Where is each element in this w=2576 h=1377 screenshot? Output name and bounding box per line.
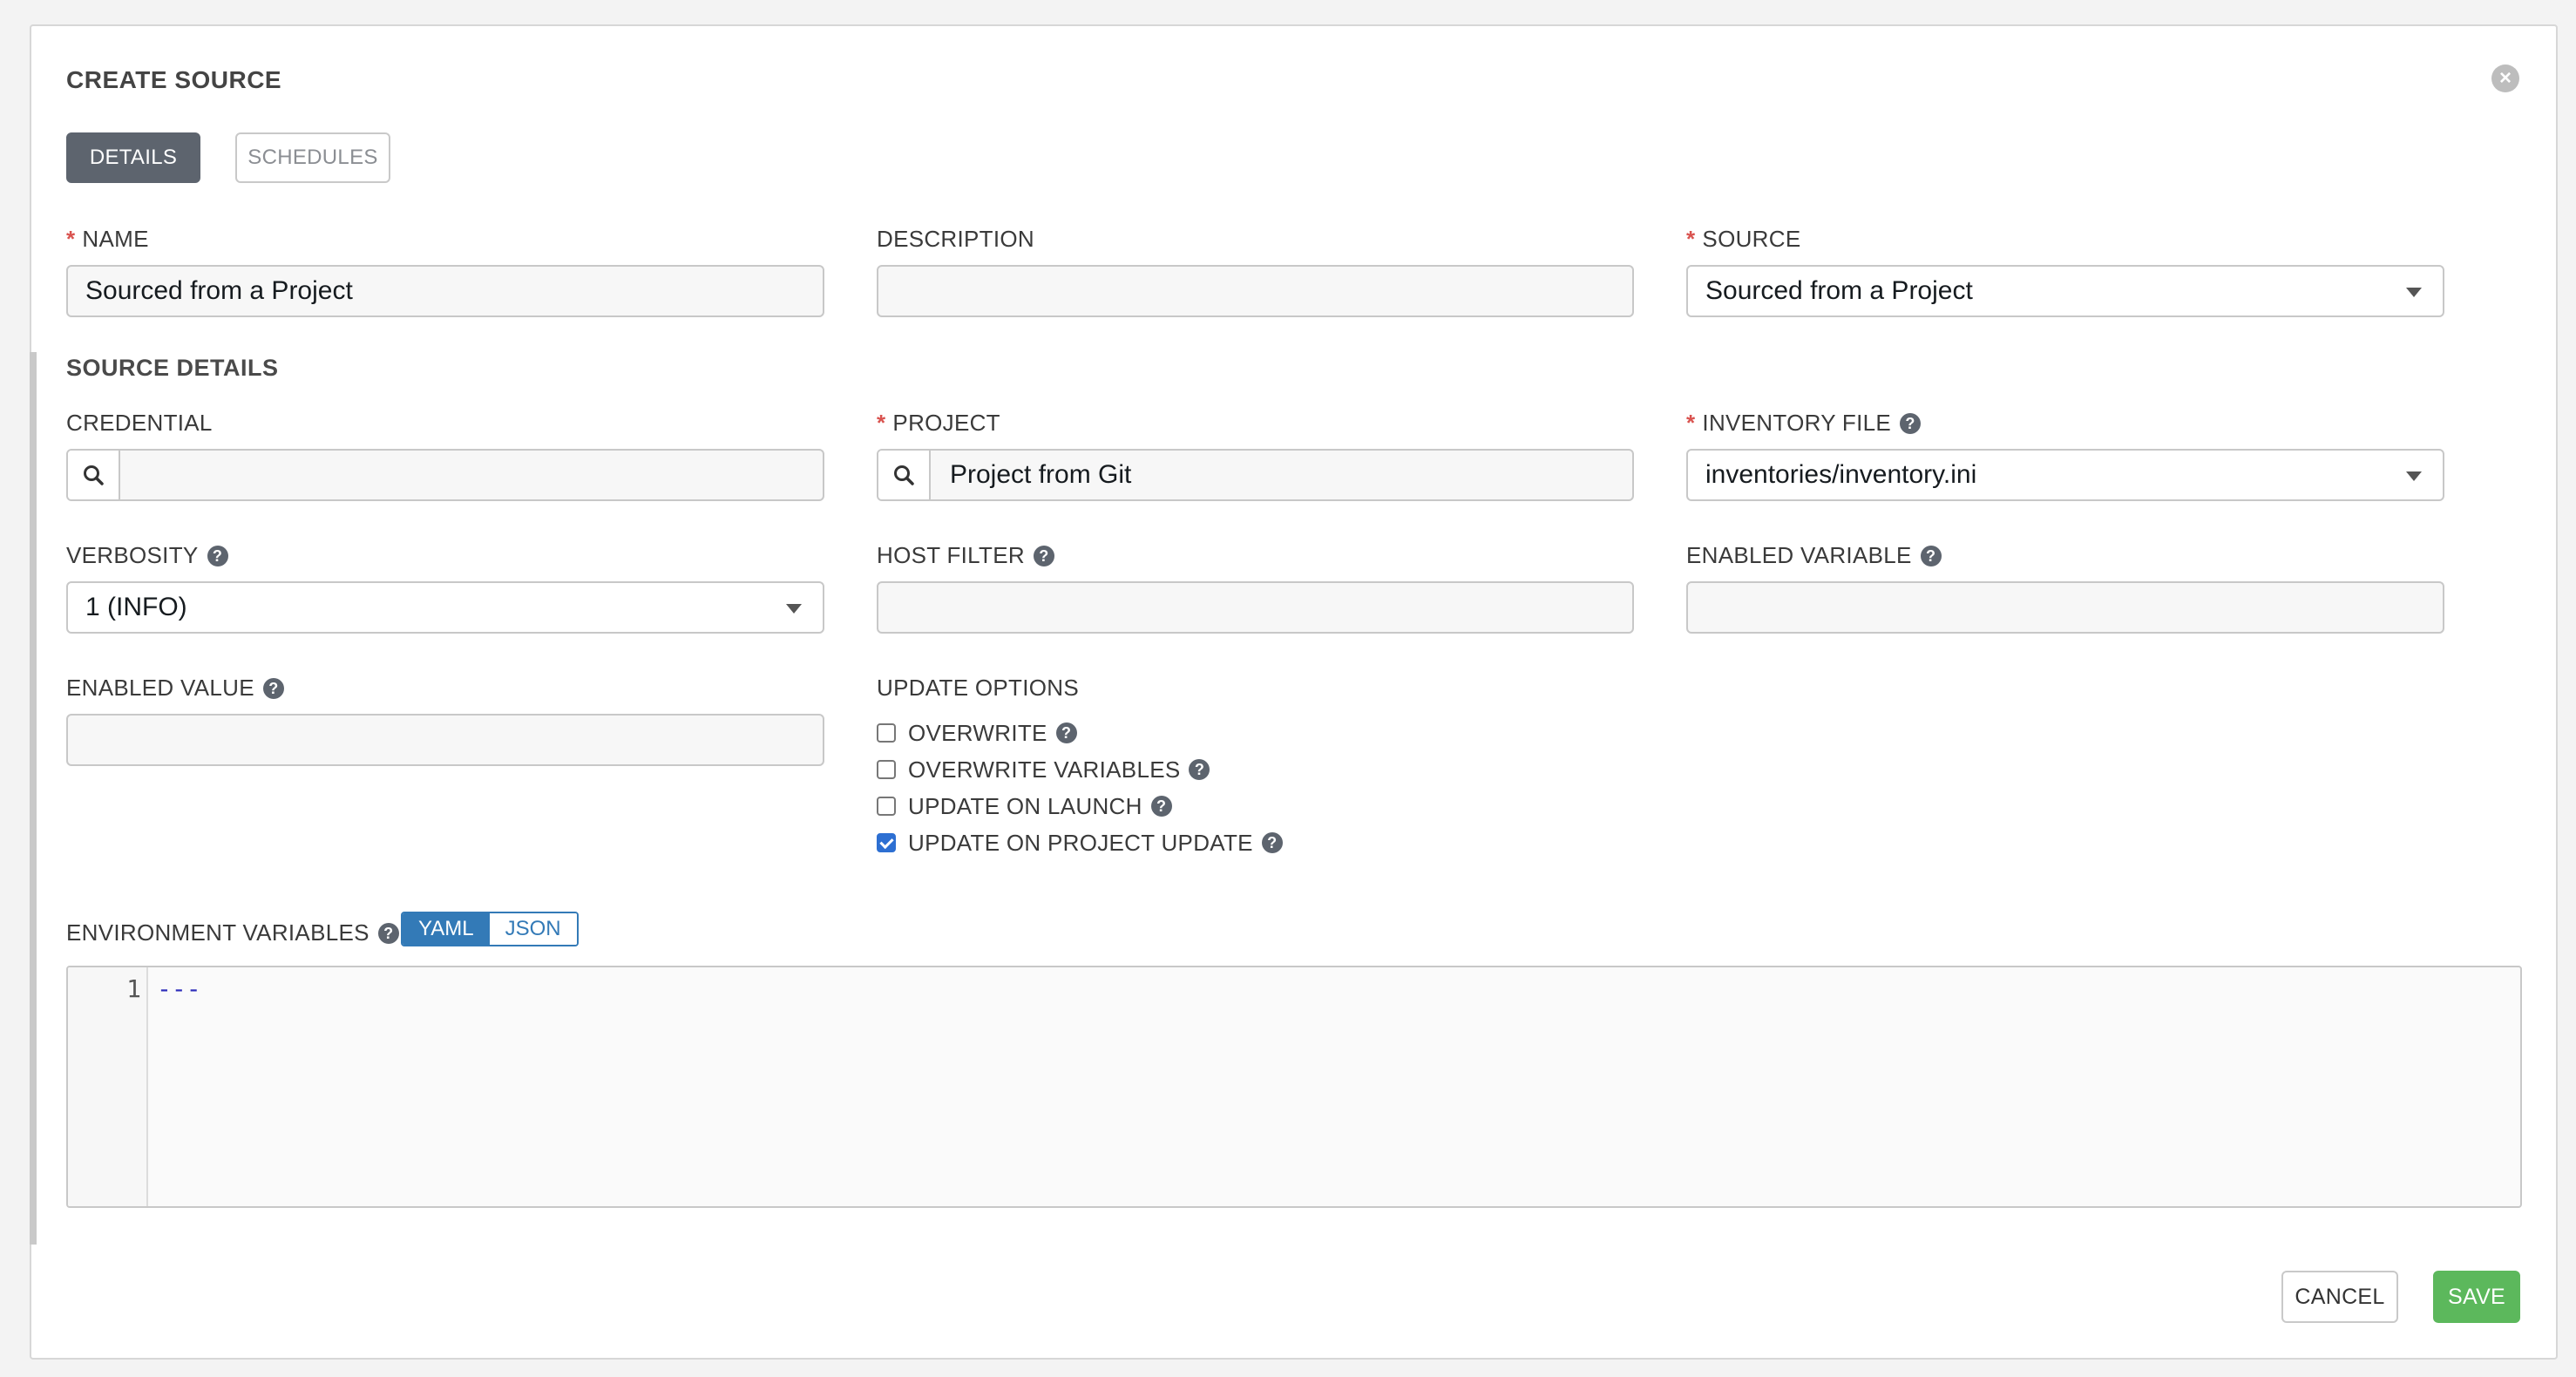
source-select-value: Sourced from a Project	[1705, 276, 1973, 305]
help-icon[interactable]: ?	[1033, 546, 1054, 566]
yaml-json-toggle: YAML JSON	[401, 912, 579, 946]
editor-content[interactable]: ---	[157, 974, 201, 1003]
verbosity-select[interactable]: 1 (INFO)	[66, 581, 824, 634]
help-icon[interactable]: ?	[262, 678, 284, 699]
help-icon[interactable]: ?	[207, 546, 228, 566]
chevron-down-icon	[2406, 288, 2422, 297]
help-icon[interactable]: ?	[1261, 832, 1283, 853]
update-options-group: OVERWRITE ? OVERWRITE VARIABLES ? UPDATE…	[877, 717, 1283, 858]
help-icon[interactable]: ?	[377, 923, 399, 944]
help-icon[interactable]: ?	[1900, 413, 1922, 434]
project-search-button[interactable]	[878, 451, 931, 499]
scrollbar[interactable]	[30, 352, 37, 1245]
host-filter-input[interactable]	[877, 581, 1634, 634]
update-on-launch-label: UPDATE ON LAUNCH	[908, 792, 1142, 819]
update-on-project-update-label: UPDATE ON PROJECT UPDATE	[908, 829, 1253, 856]
search-icon	[84, 465, 104, 485]
overwrite-label: OVERWRITE	[908, 719, 1047, 746]
verbosity-value: 1 (INFO)	[85, 593, 187, 621]
close-icon[interactable]: ×	[2491, 64, 2519, 92]
project-lookup[interactable]: Project from Git	[877, 449, 1634, 501]
environment-variables-label: ENVIRONMENT VARIABLES?	[66, 919, 399, 946]
inventory-file-value: inventories/inventory.ini	[1705, 460, 1977, 489]
update-on-project-update-checkbox[interactable]	[877, 833, 896, 852]
save-button[interactable]: SAVE	[2433, 1271, 2520, 1323]
help-icon[interactable]: ?	[1055, 722, 1077, 743]
yaml-toggle-button[interactable]: YAML	[403, 913, 490, 945]
overwrite-checkbox[interactable]	[877, 723, 896, 743]
credential-label: CREDENTIAL	[66, 410, 213, 436]
overwrite-option[interactable]: OVERWRITE ?	[877, 717, 1283, 749]
enabled-variable-input[interactable]	[1686, 581, 2444, 634]
credential-search-button[interactable]	[68, 451, 120, 499]
overwrite-variables-label: OVERWRITE VARIABLES	[908, 756, 1181, 783]
update-on-launch-option[interactable]: UPDATE ON LAUNCH ?	[877, 790, 1283, 822]
chevron-down-icon	[2406, 471, 2422, 481]
credential-value	[120, 451, 823, 499]
source-select[interactable]: Sourced from a Project	[1686, 265, 2444, 317]
editor-gutter: 1	[68, 967, 148, 1206]
description-input[interactable]	[877, 265, 1634, 317]
host-filter-label: HOST FILTER?	[877, 542, 1054, 568]
inventory-file-select[interactable]: inventories/inventory.ini	[1686, 449, 2444, 501]
line-number: 1	[126, 974, 141, 1003]
name-label: * NAME	[66, 226, 149, 252]
search-icon	[894, 465, 914, 485]
tab-details[interactable]: DETAILS	[66, 132, 200, 183]
json-toggle-button[interactable]: JSON	[489, 913, 577, 945]
source-details-title: SOURCE DETAILS	[66, 355, 279, 381]
help-icon[interactable]: ?	[1150, 796, 1172, 817]
project-value: Project from Git	[950, 460, 1132, 489]
help-icon[interactable]: ?	[1920, 546, 1942, 566]
update-on-launch-checkbox[interactable]	[877, 797, 896, 816]
dialog-title: CREATE SOURCE	[66, 66, 282, 93]
inventory-file-label: * INVENTORY FILE?	[1686, 410, 1922, 436]
source-label: * SOURCE	[1686, 226, 1801, 252]
update-options-label: UPDATE OPTIONS	[877, 675, 1079, 701]
description-label: DESCRIPTION	[877, 226, 1034, 252]
overwrite-variables-checkbox[interactable]	[877, 760, 896, 779]
enabled-value-label: ENABLED VALUE?	[66, 675, 284, 701]
overwrite-variables-option[interactable]: OVERWRITE VARIABLES ?	[877, 754, 1283, 785]
environment-variables-editor[interactable]: 1 ---	[66, 966, 2522, 1208]
project-label: * PROJECT	[877, 410, 1000, 436]
help-icon[interactable]: ?	[1189, 759, 1210, 780]
enabled-value-input[interactable]	[66, 714, 824, 766]
credential-lookup[interactable]	[66, 449, 824, 501]
chevron-down-icon	[786, 604, 802, 614]
cancel-button[interactable]: CANCEL	[2281, 1271, 2398, 1323]
tab-schedules[interactable]: SCHEDULES	[235, 132, 390, 183]
enabled-variable-label: ENABLED VARIABLE?	[1686, 542, 1942, 568]
verbosity-label: VERBOSITY?	[66, 542, 228, 568]
name-input[interactable]: Sourced from a Project	[66, 265, 824, 317]
update-on-project-update-option[interactable]: UPDATE ON PROJECT UPDATE ?	[877, 827, 1283, 858]
